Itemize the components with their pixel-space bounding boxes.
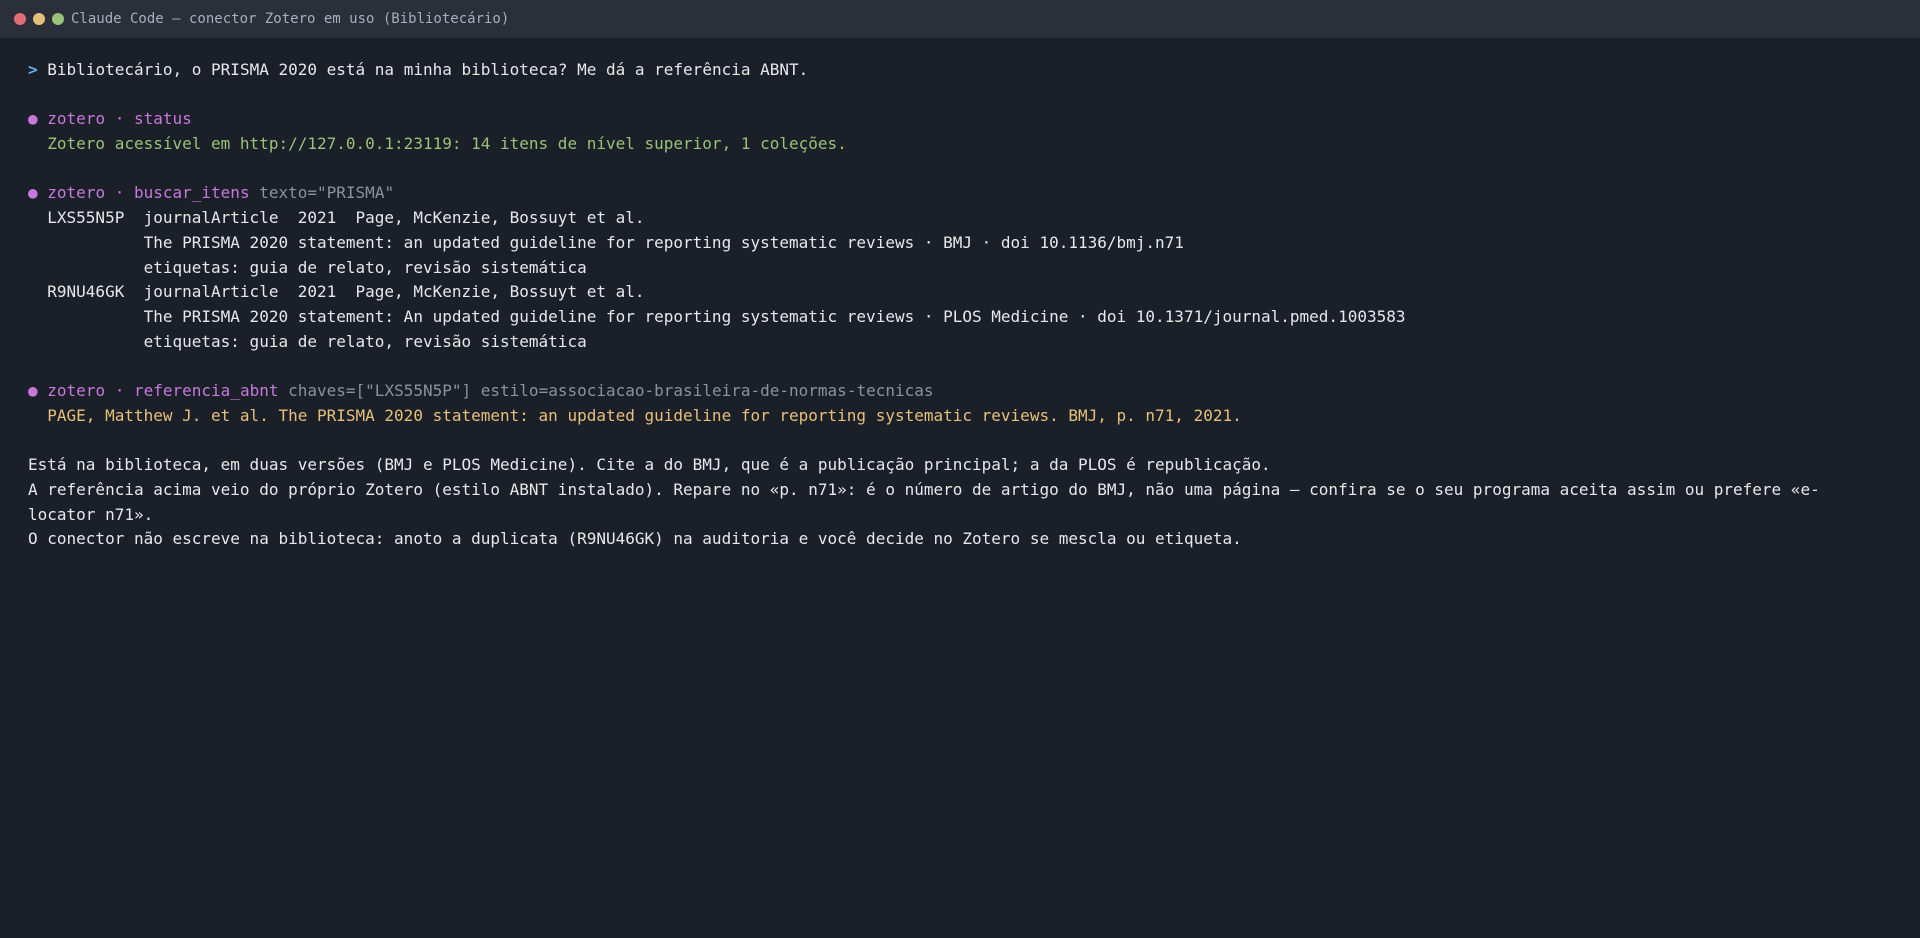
prompt-marker: > bbox=[28, 60, 38, 79]
search-result-title: The PRISMA 2020 statement: An updated gu… bbox=[28, 305, 1892, 330]
result-header-text: R9NU46GK journalArticle 2021 Page, McKen… bbox=[47, 282, 645, 302]
title-bar: Claude Code — conector Zotero em uso (Bi… bbox=[0, 0, 1920, 38]
window-title: Claude Code — conector Zotero em uso (Bi… bbox=[71, 11, 510, 27]
search-result-title: The PRISMA 2020 statement: an updated gu… bbox=[28, 231, 1892, 256]
tool-call-name: zotero · buscar_itens bbox=[47, 183, 250, 203]
tool-call-args: chaves=["LXS55N5P"] estilo=associacao-br… bbox=[288, 381, 934, 401]
tool-bullet-icon: ● bbox=[28, 109, 38, 129]
tool-call-status: ● zotero · status bbox=[28, 107, 1892, 132]
tool-output-status: Zotero acessível em http://127.0.0.1:231… bbox=[28, 132, 1892, 157]
status-output-text: Zotero acessível em http://127.0.0.1:231… bbox=[47, 134, 847, 154]
abnt-reference-output: PAGE, Matthew J. et al. The PRISMA 2020 … bbox=[28, 404, 1892, 429]
user-prompt-text: Bibliotecário, o PRISMA 2020 está na min… bbox=[47, 60, 809, 79]
result-header-text: LXS55N5P journalArticle 2021 Page, McKen… bbox=[47, 208, 645, 228]
search-result-header: LXS55N5P journalArticle 2021 Page, McKen… bbox=[28, 206, 1892, 231]
terminal-output: > Bibliotecário, o PRISMA 2020 está na m… bbox=[0, 38, 1920, 572]
answer-line: Está na biblioteca, em duas versões (BMJ… bbox=[28, 455, 1271, 475]
tool-call-abnt: ● zotero · referencia_abnt chaves=["LXS5… bbox=[28, 379, 1892, 404]
tool-bullet-icon: ● bbox=[28, 183, 38, 203]
result-title-text: The PRISMA 2020 statement: an updated gu… bbox=[143, 232, 1184, 252]
search-result-tags: etiquetas: guia de relato, revisão siste… bbox=[28, 256, 1892, 281]
user-prompt-line: > Bibliotecário, o PRISMA 2020 está na m… bbox=[28, 58, 1892, 83]
abnt-reference-text: PAGE, Matthew J. et al. The PRISMA 2020 … bbox=[47, 405, 1242, 425]
answer-line: locator n71». bbox=[28, 504, 154, 524]
answer-line: O conector não escreve na biblioteca: an… bbox=[28, 529, 1242, 549]
tool-call-name: zotero · status bbox=[47, 109, 192, 129]
answer-line: A referência acima veio do próprio Zoter… bbox=[28, 479, 1820, 499]
result-title-text: The PRISMA 2020 statement: An updated gu… bbox=[143, 307, 1406, 326]
close-window-button[interactable] bbox=[14, 13, 26, 25]
tool-call-name: zotero · referencia_abnt bbox=[47, 381, 279, 401]
minimize-window-button[interactable] bbox=[33, 13, 45, 25]
tool-call-args: texto="PRISMA" bbox=[259, 183, 395, 203]
result-tags-text: etiquetas: guia de relato, revisão siste… bbox=[143, 331, 587, 351]
search-result-header: R9NU46GK journalArticle 2021 Page, McKen… bbox=[28, 280, 1892, 305]
tool-call-search: ● zotero · buscar_itens texto="PRISMA" bbox=[28, 181, 1892, 206]
result-tags-text: etiquetas: guia de relato, revisão siste… bbox=[143, 257, 587, 277]
search-result-tags: etiquetas: guia de relato, revisão siste… bbox=[28, 330, 1892, 355]
maximize-window-button[interactable] bbox=[52, 13, 64, 25]
tool-bullet-icon: ● bbox=[28, 381, 38, 401]
